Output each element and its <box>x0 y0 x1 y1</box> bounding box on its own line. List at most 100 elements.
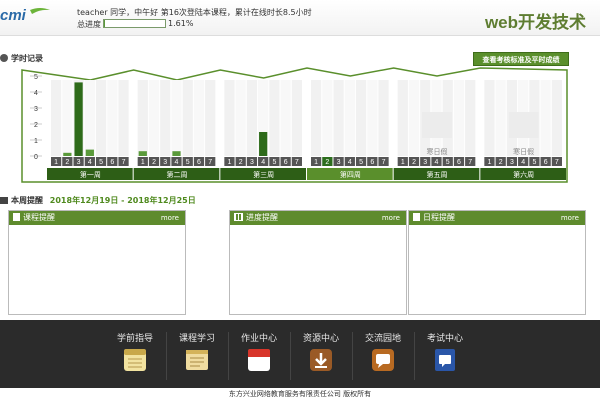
day-label: 5 <box>186 159 190 166</box>
y-tick-label: 0 <box>34 154 38 161</box>
day-column <box>408 80 420 156</box>
day-label: 4 <box>261 159 265 166</box>
day-label: 5 <box>272 159 276 166</box>
document-icon <box>413 213 420 221</box>
day-column <box>378 80 389 156</box>
data-bar <box>138 151 147 156</box>
progress-label: 总进度 <box>77 20 101 29</box>
day-label: 3 <box>337 159 341 166</box>
day-column <box>495 80 506 156</box>
y-tick-label: 3 <box>34 106 38 113</box>
day-label: 7 <box>468 159 472 166</box>
day-column <box>291 80 302 156</box>
week-label: 第一周 <box>80 170 101 179</box>
nav-course-study[interactable]: 课程学习 <box>166 329 228 385</box>
data-bar <box>63 152 72 156</box>
day-column <box>367 80 378 156</box>
day-label: 2 <box>152 159 156 166</box>
rest-box <box>508 112 539 138</box>
week-label: 第五周 <box>427 170 448 179</box>
day-column <box>269 80 280 156</box>
day-column <box>62 80 73 156</box>
progress-bar <box>103 19 166 28</box>
more-link[interactable]: more <box>382 211 400 225</box>
y-tick-label: 4 <box>34 90 38 97</box>
course-reminder-panel: 课程提醒 more <box>8 210 186 315</box>
day-column <box>235 80 246 156</box>
day-label: 1 <box>227 159 231 166</box>
day-column <box>118 80 129 156</box>
reminder-icon <box>0 197 8 204</box>
progress-fill <box>104 20 105 27</box>
week-label: 第四周 <box>340 170 361 179</box>
progress-percent: 1.61% <box>168 19 194 28</box>
week-label: 第三周 <box>253 170 274 179</box>
header: cmi teacher 同学，中午好 第16次登陆本课程，累计在线时长8.5小时… <box>0 0 600 36</box>
day-label: 2 <box>239 159 243 166</box>
day-label: 4 <box>88 159 92 166</box>
day-column <box>193 80 205 156</box>
day-column <box>137 80 148 156</box>
y-tick-label: 5 <box>34 74 38 81</box>
day-label: 5 <box>99 159 103 166</box>
day-label: 2 <box>412 159 416 166</box>
nav-pre-study[interactable]: 学前指导 <box>104 329 166 385</box>
chat-icon <box>372 349 394 371</box>
day-column <box>246 80 258 156</box>
calendar-icon <box>248 349 270 371</box>
day-label: 6 <box>544 159 548 166</box>
day-label: 1 <box>141 159 145 166</box>
day-label: 2 <box>65 159 69 166</box>
rest-label: 寒日假 <box>513 147 534 156</box>
day-label: 6 <box>284 159 288 166</box>
week-label: 第二周 <box>167 170 188 179</box>
day-label: 4 <box>521 159 525 166</box>
progress-reminder-panel: 进度提醒 more <box>229 210 407 315</box>
day-label: 7 <box>208 159 212 166</box>
exam-book-icon <box>435 349 455 371</box>
day-label: 5 <box>532 159 536 166</box>
book-icon <box>186 350 208 370</box>
day-label: 1 <box>487 159 491 166</box>
day-column <box>171 80 182 156</box>
rest-box <box>422 112 452 138</box>
clock-icon <box>0 54 8 62</box>
day-label: 4 <box>435 159 439 166</box>
day-label: 6 <box>370 159 374 166</box>
more-link[interactable]: more <box>561 211 579 225</box>
day-label: 3 <box>163 159 167 166</box>
nav-resource-center[interactable]: 资源中心 <box>290 329 352 385</box>
day-label: 5 <box>359 159 363 166</box>
day-label: 1 <box>54 159 58 166</box>
day-column <box>465 80 476 156</box>
day-column <box>484 80 495 156</box>
day-label: 5 <box>446 159 450 166</box>
day-label: 3 <box>423 159 427 166</box>
more-link[interactable]: more <box>161 211 179 225</box>
study-hours-chart: 5432101 2 3 4 5 6 7第一周1 2 3 4 5 6 7第二周1 2 3 4 5 6 7第三周1 2 3 4… <box>21 67 568 183</box>
bottom-nav: 学前指导 课程学习 作业中心 资源中心 交流园地 考试中心 <box>0 320 600 388</box>
day-column <box>311 80 322 156</box>
day-label: 7 <box>555 159 559 166</box>
nav-community[interactable]: 交流园地 <box>352 329 414 385</box>
day-label: 1 <box>314 159 318 166</box>
schedule-reminder-panel: 日程提醒 more <box>408 210 586 315</box>
study-record-title: 学时记录 <box>0 53 43 64</box>
greeting-text: teacher 同学，中午好 第16次登陆本课程，累计在线时长8.5小时 <box>77 8 312 17</box>
day-column <box>148 80 160 156</box>
nav-exam-center[interactable]: 考试中心 <box>414 329 476 385</box>
day-column <box>322 80 333 156</box>
week-label: 第六周 <box>513 170 534 179</box>
day-label: 6 <box>457 159 461 166</box>
day-column <box>355 80 367 156</box>
day-label: 4 <box>348 159 352 166</box>
day-column <box>84 80 95 156</box>
download-icon <box>310 349 332 371</box>
nav-homework-center[interactable]: 作业中心 <box>228 329 290 385</box>
copyright-text: 东方兴业网络教育服务有限责任公司 版权所有 <box>228 390 372 398</box>
panel-header: 课程提醒 more <box>9 211 185 225</box>
day-column <box>182 80 193 156</box>
day-label: 4 <box>175 159 179 166</box>
day-label: 7 <box>382 159 386 166</box>
date-range: 2018年12月19日 - 2018年12月25日 <box>49 196 196 205</box>
